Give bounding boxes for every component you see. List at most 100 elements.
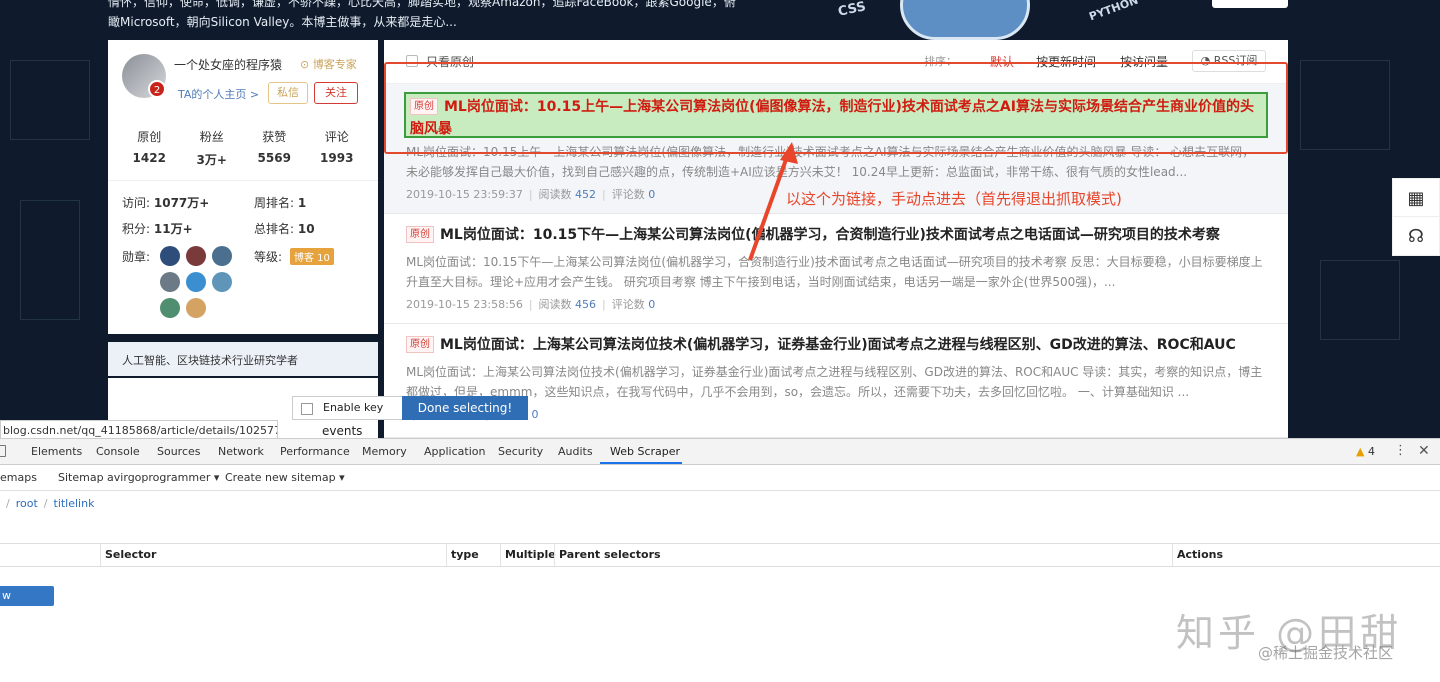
message-button[interactable]: 私信	[268, 82, 308, 104]
expert-icon: ⊙	[300, 58, 310, 71]
warning-icon: ▲	[1356, 445, 1365, 458]
article-item[interactable]: 原创 ML岗位面试：上海某公司算法岗位技术(偏机器学习，证券基金行业)面试考点之进…	[384, 324, 1288, 438]
close-icon[interactable]: ✕	[1418, 443, 1430, 459]
total-value: 10	[297, 222, 315, 236]
article-title-link[interactable]: 原创 ML岗位面试：10.15上午—上海某公司算法岗位(偏图像算法，制造行业)技术…	[410, 96, 1260, 140]
article-meta: 2019-10-15 23:59:37 | 阅读数 452 | 评论数 0	[406, 188, 656, 201]
background-deco	[20, 200, 80, 320]
article-summary: ML岗位面试：上海某公司算法岗位技术(偏机器学习，证券基金行业)面试考点之进程与…	[406, 365, 1263, 399]
tab-elements[interactable]: Elements	[31, 445, 82, 458]
comment-label: 评论数	[611, 188, 645, 201]
medal-icon[interactable]	[186, 298, 206, 318]
done-selecting-button[interactable]: Done selecting!	[402, 396, 528, 420]
stat-label: 粉丝	[199, 130, 224, 144]
stat-value: 1993	[320, 151, 354, 165]
grade-label: 等级:	[254, 250, 283, 264]
add-new-selector-button[interactable]: w selector	[0, 586, 54, 622]
tab-memory[interactable]: Memory	[362, 445, 407, 458]
sort-by-time[interactable]: 按更新时间	[1036, 53, 1096, 70]
stats-row: 原创 1422 粉丝 3万+ 获赞 5569 评论 1993	[118, 128, 368, 168]
only-original-checkbox[interactable]	[406, 55, 418, 67]
sidebar-title: 人工智能、区块链技术行业研究学者	[108, 342, 378, 376]
menu-sitemaps[interactable]: emaps	[0, 471, 37, 484]
tab-console[interactable]: Console	[96, 445, 140, 458]
medal-icon[interactable]	[212, 272, 232, 292]
warning-count: 4	[1367, 445, 1375, 458]
css-label: CSS	[836, 0, 868, 20]
tab-security[interactable]: Security	[498, 445, 543, 458]
tab-network[interactable]: Network	[218, 445, 264, 458]
medal-icon[interactable]	[160, 246, 180, 266]
tab-application[interactable]: Application	[424, 445, 485, 458]
grade-badge: 博客 10	[290, 248, 334, 265]
list-header: 只看原创 排序： 默认 按更新时间 按访问量 ◔ RSS订阅	[384, 40, 1288, 84]
points: 积分: 11万+	[122, 220, 193, 237]
expert-badge: ⊙ 博客专家	[300, 56, 357, 72]
article-meta: 2019-10-15 23:58:56 | 阅读数 456 | 评论数 0	[406, 298, 656, 311]
follow-button[interactable]: 关注	[314, 82, 358, 104]
breadcrumb: / root / titlelink	[6, 497, 95, 510]
selected-element-highlight[interactable]: 原创 ML岗位面试：10.15上午—上海某公司算法岗位(偏图像算法，制造行业)技术…	[404, 92, 1268, 138]
medal-icon[interactable]	[212, 246, 232, 266]
article-summary: ML岗位面试：10.15上午—上海某公司算法岗位(偏图像算法，制造行业)技术面试…	[406, 145, 1255, 179]
annotation-text: 以这个为链接，手动点进去（首先得退出抓取模式)	[786, 190, 1122, 208]
devtools-tabbar: Elements Console Sources Network Perform…	[0, 439, 1440, 465]
crumb-root[interactable]: root	[16, 497, 38, 510]
tab-sources[interactable]: Sources	[157, 445, 201, 458]
sort-default[interactable]: 默认	[990, 53, 1014, 70]
visits-label: 访问:	[122, 196, 151, 210]
original-tag: 原创	[406, 226, 434, 243]
home-link[interactable]: TA的个人主页 >	[178, 86, 259, 102]
blog-page: 情怀，信仰，使命，低调，谦虚，不骄不躁，心比天高，脚踏实地，观察Amazon，追…	[0, 0, 1440, 438]
enable-key-checkbox[interactable]	[301, 403, 313, 415]
stat-comments: 评论 1993	[306, 128, 369, 168]
stat-fans[interactable]: 粉丝 3万+	[181, 128, 244, 168]
link-url-tooltip: blog.csdn.net/qq_41185868/article/detail…	[0, 420, 278, 438]
background-deco	[1300, 60, 1390, 150]
stat-original[interactable]: 原创 1422	[118, 128, 181, 168]
tab-performance[interactable]: Performance	[280, 445, 350, 458]
menu-sitemap[interactable]: Sitemap avirgoprogrammer ▾	[58, 471, 219, 484]
author-name[interactable]: 一个处女座的程序猿	[174, 56, 282, 73]
sort-by-views[interactable]: 按访问量	[1120, 53, 1168, 70]
medal-icon[interactable]	[160, 298, 180, 318]
divider	[108, 180, 378, 181]
medal-icon[interactable]	[186, 272, 206, 292]
tab-web-scraper[interactable]: Web Scraper	[610, 445, 680, 458]
col-selector: Selector	[100, 544, 446, 566]
banner-button[interactable]	[1212, 0, 1288, 8]
weekly-rank: 周排名: 1	[254, 194, 306, 211]
medal-icon[interactable]	[160, 272, 180, 292]
support-button[interactable]: ☊	[1392, 216, 1440, 256]
profile-card: 2 一个处女座的程序猿 ⊙ 博客专家 TA的个人主页 > 私信 关注 原创 142…	[108, 40, 378, 334]
qrcode-button[interactable]: ▦	[1392, 178, 1440, 218]
only-original-label[interactable]: 只看原创	[426, 53, 474, 70]
visits: 访问: 1077万+	[122, 194, 209, 211]
rss-button[interactable]: ◔ RSS订阅	[1192, 50, 1266, 72]
comment-count: 0	[648, 298, 656, 311]
menu-create-sitemap[interactable]: Create new sitemap ▾	[225, 471, 345, 484]
article-item[interactable]: 原创 ML岗位面试：10.15下午—上海某公司算法岗位(偏机器学习，合资制造行业)…	[384, 214, 1288, 324]
comment-count: 0	[531, 408, 539, 421]
events-label: events	[322, 424, 363, 438]
total-label: 总排名:	[254, 222, 295, 236]
read-count: 456	[575, 298, 597, 311]
points-value: 11万+	[153, 222, 193, 236]
more-options-icon[interactable]: ⋮	[1394, 443, 1407, 458]
expert-label: 博客专家	[312, 58, 357, 71]
banner-illustration	[900, 0, 1030, 40]
original-tag: 原创	[410, 98, 438, 115]
warnings-indicator[interactable]: ▲ 4	[1356, 445, 1375, 458]
weekly-value: 1	[297, 196, 307, 210]
device-toggle-icon[interactable]	[0, 445, 6, 457]
article-title-link[interactable]: 原创 ML岗位面试：上海某公司算法岗位技术(偏机器学习，证券基金行业)面试考点之进…	[406, 334, 1236, 356]
points-label: 积分:	[122, 222, 151, 236]
col-type: type	[446, 544, 500, 566]
col-parent-selectors: Parent selectors	[554, 544, 1172, 566]
medal-icon[interactable]	[186, 246, 206, 266]
weekly-label: 周排名:	[254, 196, 295, 210]
article-title-link[interactable]: 原创 ML岗位面试：10.15下午—上海某公司算法岗位(偏机器学习，合资制造行业)…	[406, 224, 1220, 246]
tab-audits[interactable]: Audits	[558, 445, 593, 458]
crumb-titlelink[interactable]: titlelink	[54, 497, 95, 510]
rss-label: RSS订阅	[1213, 54, 1258, 67]
